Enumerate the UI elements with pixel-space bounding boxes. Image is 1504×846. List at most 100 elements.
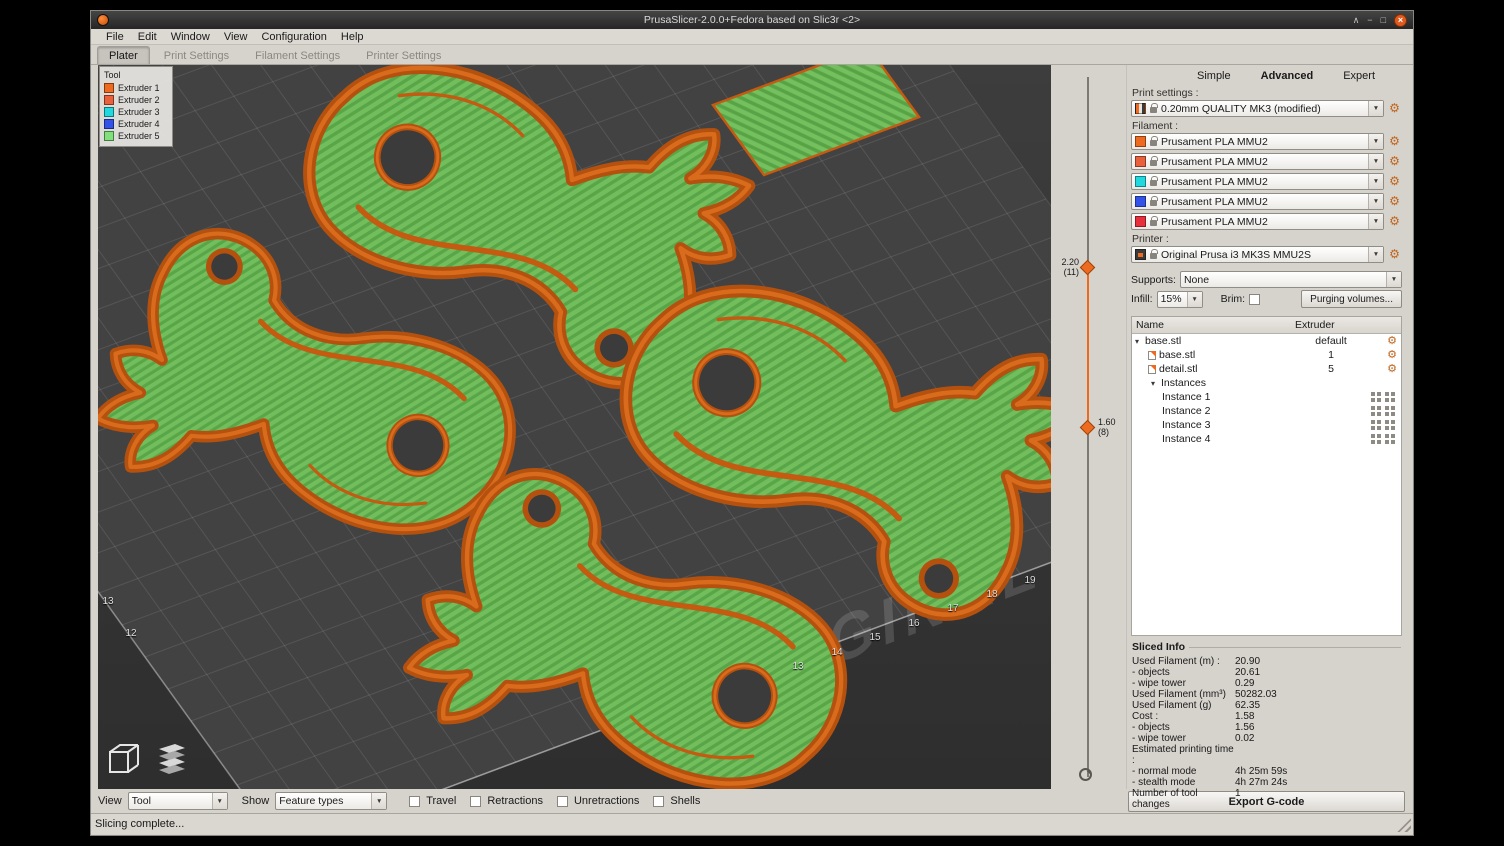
table-row-base[interactable]: ▾base.stl default ⚙	[1132, 334, 1401, 348]
brim-label: Brim:	[1221, 293, 1246, 305]
filament-3-gear-icon[interactable]: ⚙	[1387, 174, 1402, 189]
instance-grid-icon[interactable]	[1371, 406, 1375, 410]
menu-edit[interactable]: Edit	[131, 31, 164, 43]
settings-panel: Simple Advanced Expert Print settings : …	[1126, 65, 1406, 789]
print-settings-gear-icon[interactable]: ⚙	[1387, 101, 1402, 116]
instance-grid-icon[interactable]	[1371, 434, 1375, 438]
menubar: File Edit Window View Configuration Help	[91, 29, 1413, 45]
axis-x-label: 16	[908, 618, 919, 629]
close-icon[interactable]: ×	[1394, 14, 1407, 27]
resize-grip[interactable]	[1397, 818, 1411, 832]
3d-view-icon[interactable]	[103, 735, 145, 783]
chevron-down-icon[interactable]: ▼	[1386, 272, 1401, 287]
extruder-select[interactable]: default	[1295, 335, 1367, 347]
minimize-icon[interactable]: −	[1367, 14, 1372, 27]
chevron-down-icon[interactable]: ▼	[1368, 101, 1383, 116]
lock-icon	[1150, 160, 1157, 166]
travel-label: Travel	[426, 795, 456, 807]
filament-combo-5[interactable]: Prusament PLA MMU2 ▼	[1131, 213, 1384, 230]
shade-icon[interactable]: ∧	[1353, 14, 1360, 27]
chevron-down-icon[interactable]: ▼	[371, 793, 386, 809]
table-row-instance-1[interactable]: Instance 1	[1132, 390, 1401, 404]
axis-x-label: 15	[869, 632, 880, 643]
infill-combo[interactable]: 15% ▼	[1157, 291, 1203, 308]
maximize-icon[interactable]: □	[1381, 14, 1386, 27]
instance-grid-icon[interactable]	[1371, 392, 1375, 396]
chevron-down-icon[interactable]: ▼	[1368, 214, 1383, 229]
filament-4-gear-icon[interactable]: ⚙	[1387, 194, 1402, 209]
unretractions-checkbox[interactable]	[557, 796, 568, 807]
tab-filament-settings[interactable]: Filament Settings	[243, 46, 352, 64]
layer-slider-handle-bottom[interactable]	[1080, 420, 1096, 436]
chevron-down-icon[interactable]: ▼	[1368, 134, 1383, 149]
menu-file[interactable]: File	[99, 31, 131, 43]
layers-view-icon[interactable]	[151, 735, 193, 783]
axis-x-label: 18	[986, 589, 997, 600]
filament-1-gear-icon[interactable]: ⚙	[1387, 134, 1402, 149]
chevron-down-icon[interactable]: ▾	[1148, 379, 1158, 388]
table-row-instance-4[interactable]: Instance 4	[1132, 432, 1401, 446]
show-combo[interactable]: Feature types ▼	[275, 792, 387, 810]
filament-2-gear-icon[interactable]: ⚙	[1387, 154, 1402, 169]
table-row-base-part[interactable]: base.stl 1 ⚙	[1132, 348, 1401, 362]
lock-icon	[1150, 220, 1157, 226]
part-settings-gear-icon[interactable]: ⚙	[1367, 349, 1401, 361]
retractions-checkbox[interactable]	[470, 796, 481, 807]
chevron-down-icon[interactable]: ▼	[212, 793, 227, 809]
extruder-select[interactable]: 1	[1295, 349, 1367, 361]
filament-combo-3[interactable]: Prusament PLA MMU2 ▼	[1131, 173, 1384, 190]
extruder-select[interactable]: 5	[1295, 363, 1367, 375]
filament-4-swatch	[1135, 196, 1146, 207]
tab-printer-settings[interactable]: Printer Settings	[354, 46, 453, 64]
tab-plater[interactable]: Plater	[97, 46, 150, 64]
menu-view[interactable]: View	[217, 31, 255, 43]
travel-checkbox[interactable]	[409, 796, 420, 807]
supports-label: Supports:	[1131, 274, 1176, 286]
chevron-down-icon[interactable]: ▼	[1368, 194, 1383, 209]
mode-simple[interactable]: Simple	[1197, 70, 1231, 82]
filament-label: Filament :	[1132, 120, 1403, 132]
layer-slider-handle-top[interactable]	[1080, 260, 1096, 276]
reslice-icon[interactable]	[1079, 768, 1092, 781]
part-settings-gear-icon[interactable]: ⚙	[1367, 363, 1401, 375]
chevron-down-icon[interactable]: ▾	[1132, 337, 1142, 346]
printer-combo[interactable]: Original Prusa i3 MK3S MMU2S ▼	[1131, 246, 1384, 263]
instance-grid-icon[interactable]	[1385, 406, 1389, 410]
filament-combo-1[interactable]: Prusament PLA MMU2 ▼	[1131, 133, 1384, 150]
purging-volumes-button[interactable]: Purging volumes...	[1301, 290, 1402, 308]
chevron-down-icon[interactable]: ▼	[1187, 292, 1202, 307]
instance-grid-icon[interactable]	[1385, 392, 1389, 396]
menu-configuration[interactable]: Configuration	[254, 31, 333, 43]
filament-combo-2[interactable]: Prusament PLA MMU2 ▼	[1131, 153, 1384, 170]
mode-expert[interactable]: Expert	[1343, 70, 1375, 82]
brim-checkbox[interactable]	[1249, 294, 1260, 305]
filament-combo-4[interactable]: Prusament PLA MMU2 ▼	[1131, 193, 1384, 210]
menu-help[interactable]: Help	[334, 31, 371, 43]
table-row-instance-3[interactable]: Instance 3	[1132, 418, 1401, 432]
shells-checkbox[interactable]	[653, 796, 664, 807]
part-icon	[1148, 351, 1156, 360]
object-settings-icon[interactable]: ⚙	[1367, 335, 1401, 347]
view-combo[interactable]: Tool ▼	[128, 792, 228, 810]
supports-combo[interactable]: None ▼	[1180, 271, 1402, 288]
instance-grid-icon[interactable]	[1385, 434, 1389, 438]
lock-icon	[1150, 107, 1157, 113]
table-row-detail-part[interactable]: detail.stl 5 ⚙	[1132, 362, 1401, 376]
chevron-down-icon[interactable]: ▼	[1368, 247, 1383, 262]
layer-slider-strip: 2.20(11) 1.60(8)	[1051, 65, 1126, 789]
chevron-down-icon[interactable]: ▼	[1368, 174, 1383, 189]
menu-window[interactable]: Window	[164, 31, 217, 43]
chevron-down-icon[interactable]: ▼	[1368, 154, 1383, 169]
sliced-info: Sliced Info Used Filament (m) :20.90 - o…	[1132, 642, 1401, 810]
instance-grid-icon[interactable]	[1385, 420, 1389, 424]
tab-print-settings[interactable]: Print Settings	[152, 46, 241, 64]
filament-5-gear-icon[interactable]: ⚙	[1387, 214, 1402, 229]
table-row-instances[interactable]: ▾Instances	[1132, 376, 1401, 390]
object-list: Name Extruder ▾base.stl default ⚙ base.s…	[1131, 316, 1402, 636]
table-row-instance-2[interactable]: Instance 2	[1132, 404, 1401, 418]
instance-grid-icon[interactable]	[1371, 420, 1375, 424]
mode-advanced[interactable]: Advanced	[1261, 70, 1314, 82]
printer-gear-icon[interactable]: ⚙	[1387, 247, 1402, 262]
print-settings-combo[interactable]: 0.20mm QUALITY MK3 (modified) ▼	[1131, 100, 1384, 117]
3d-viewport[interactable]: ORIGINAL PRUSA 13 14 15 16 17 18 19 13 1…	[98, 65, 1051, 789]
